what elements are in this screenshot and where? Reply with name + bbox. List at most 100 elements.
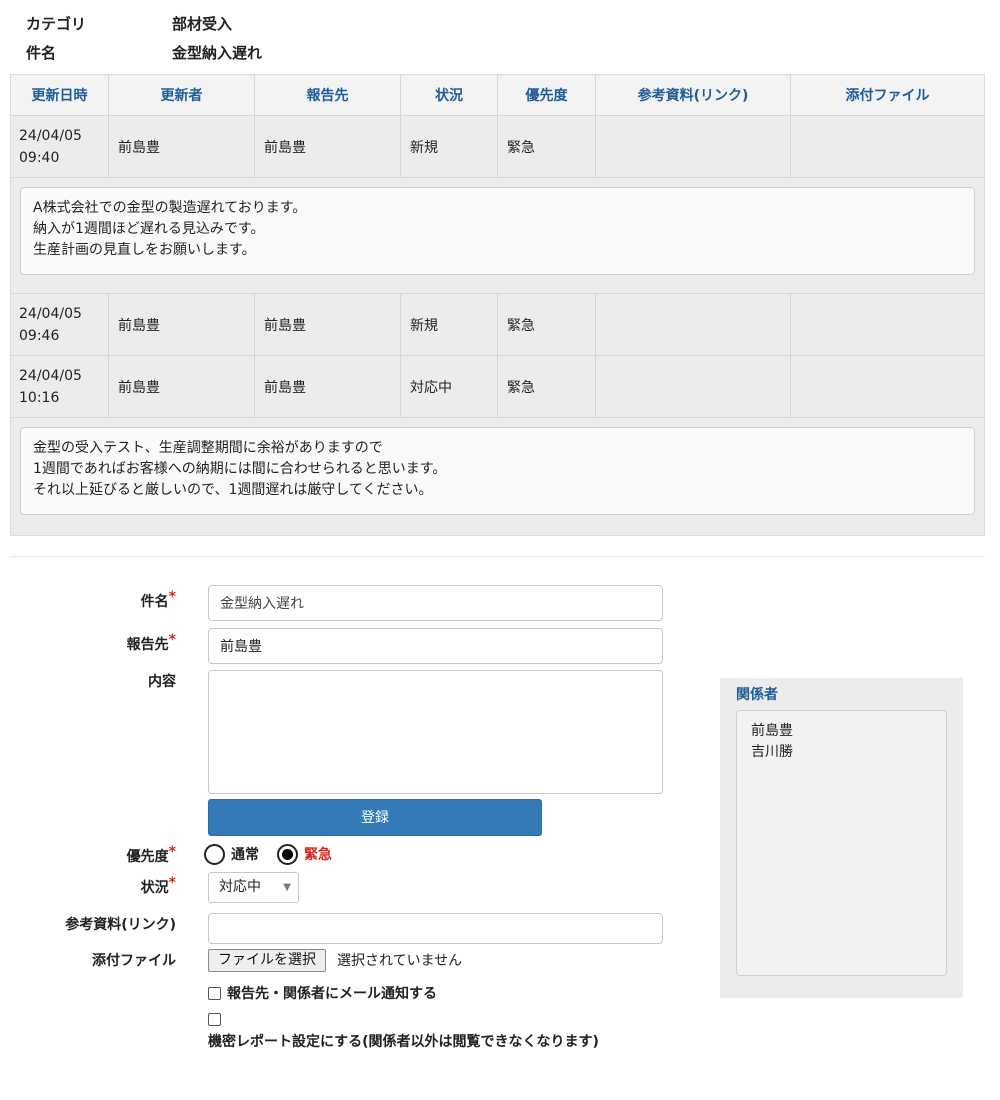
history-header-row: 更新日時 更新者 報告先 状況 優先度 参考資料(リンク) 添付ファイル <box>11 75 984 116</box>
row-attachment <box>791 116 984 177</box>
notify-checkbox[interactable] <box>208 986 221 1000</box>
row-priority: 緊急 <box>498 356 596 417</box>
row-report-to: 前島豊 <box>255 356 401 417</box>
category-value: 部材受入 <box>172 15 233 33</box>
row-attachment <box>791 356 984 417</box>
message-box: 金型の受入テスト、生産調整期間に余裕がありますので 1週間であればお客様への納期… <box>20 427 975 515</box>
row-status: 新規 <box>401 294 498 355</box>
required-mark: * <box>168 875 176 891</box>
chevron-down-icon: ▼ <box>283 882 291 893</box>
row-updater: 前島豊 <box>109 356 255 417</box>
row-priority: 緊急 <box>498 116 596 177</box>
row-updater: 前島豊 <box>109 116 255 177</box>
table-row: 24/04/05 09:40 前島豊 前島豊 新規 緊急 <box>11 116 984 178</box>
priority-urgent-radio[interactable] <box>277 843 298 865</box>
notify-label[interactable]: 報告先・関係者にメール通知する <box>227 983 437 1003</box>
priority-field-label-text: 優先度 <box>126 849 169 865</box>
row-link <box>596 356 791 417</box>
category-label: カテゴリ <box>26 15 87 33</box>
status-field-label-text: 状況 <box>140 880 169 896</box>
row-link <box>596 294 791 355</box>
message-line: それ以上延びると厳しいので、1週間遅れは厳守してください。 <box>33 482 433 498</box>
report-to-field-label-text: 報告先 <box>126 637 169 653</box>
row-priority: 緊急 <box>498 294 596 355</box>
message-line: 金型の受入テスト、生産調整期間に余裕がありますので <box>33 440 383 456</box>
status-select-value: 対応中 <box>219 879 261 895</box>
content-textarea[interactable] <box>208 670 663 794</box>
link-field-label-text: 参考資料(リンク) <box>65 917 176 933</box>
col-status[interactable]: 状況 <box>401 75 498 115</box>
row-status: 新規 <box>401 116 498 177</box>
choose-file-button[interactable]: ファイルを選択 <box>208 949 326 972</box>
section-divider <box>10 556 985 557</box>
message-row: A株式会社での金型の製造遅れております。 納入が1週間ほど遅れる見込みです。 生… <box>11 179 984 294</box>
table-row: 24/04/05 09:46 前島豊 前島豊 新規 緊急 <box>11 294 984 356</box>
confidential-checkbox[interactable] <box>208 1013 221 1026</box>
attachment-field-label: 添付ファイル <box>92 950 176 970</box>
row-status: 対応中 <box>401 356 498 417</box>
content-field-label: 内容 <box>148 671 176 691</box>
message-line: A株式会社での金型の製造遅れております。 <box>33 200 307 216</box>
related-people-panel: 関係者 前島豊 吉川勝 <box>720 678 963 998</box>
subject-field-label: 件名* <box>140 589 176 611</box>
col-report-to[interactable]: 報告先 <box>255 75 401 115</box>
list-item[interactable]: 前島豊 <box>751 721 932 742</box>
row-report-to: 前島豊 <box>255 294 401 355</box>
category-row: カテゴリ 部材受入 <box>26 13 232 34</box>
row-datetime: 24/04/05 09:40 <box>11 116 109 177</box>
reference-link-input[interactable] <box>208 913 663 944</box>
col-priority[interactable]: 優先度 <box>498 75 596 115</box>
related-people-list[interactable]: 前島豊 吉川勝 <box>736 710 947 976</box>
row-date: 24/04/05 <box>19 305 82 322</box>
priority-normal-label[interactable]: 通常 <box>231 844 259 864</box>
row-report-to: 前島豊 <box>255 116 401 177</box>
subject-row: 件名 金型納入遅れ <box>26 42 262 63</box>
col-attachment[interactable]: 添付ファイル <box>791 75 984 115</box>
attachment-field-label-text: 添付ファイル <box>92 953 176 969</box>
row-time: 10:16 <box>19 389 60 406</box>
row-time: 09:46 <box>19 327 60 344</box>
row-time: 09:40 <box>19 149 60 166</box>
subject-field-label-text: 件名 <box>140 594 169 610</box>
required-mark: * <box>168 632 176 648</box>
priority-normal-radio[interactable] <box>204 843 225 865</box>
confidential-label[interactable]: 機密レポート設定にする(関係者以外は閲覧できなくなります) <box>208 1032 608 1053</box>
submit-button[interactable]: 登録 <box>208 799 542 836</box>
confidential-row <box>208 1013 221 1026</box>
status-select[interactable]: 対応中 ▼ <box>208 872 299 903</box>
col-updated-at[interactable]: 更新日時 <box>11 75 109 115</box>
table-row: 24/04/05 10:16 前島豊 前島豊 対応中 緊急 <box>11 356 984 418</box>
col-updater[interactable]: 更新者 <box>109 75 255 115</box>
message-line: 生産計画の見直しをお願いします。 <box>33 242 256 258</box>
priority-field-label: 優先度* <box>126 844 176 866</box>
list-item[interactable]: 吉川勝 <box>751 742 932 763</box>
history-table: 更新日時 更新者 報告先 状況 優先度 参考資料(リンク) 添付ファイル 24/… <box>10 74 985 536</box>
priority-radio-group: 通常 緊急 <box>204 842 350 866</box>
row-date: 24/04/05 <box>19 367 82 384</box>
row-date: 24/04/05 <box>19 127 82 144</box>
report-to-input[interactable] <box>208 628 663 664</box>
subject-value: 金型納入遅れ <box>172 44 263 62</box>
related-people-title: 関係者 <box>736 687 778 703</box>
message-row: 金型の受入テスト、生産調整期間に余裕がありますので 1週間であればお客様への納期… <box>11 418 984 535</box>
col-reference-link[interactable]: 参考資料(リンク) <box>596 75 791 115</box>
message-box: A株式会社での金型の製造遅れております。 納入が1週間ほど遅れる見込みです。 生… <box>20 187 975 275</box>
subject-input[interactable] <box>208 585 663 621</box>
required-mark: * <box>168 844 176 860</box>
report-to-field-label: 報告先* <box>126 632 176 654</box>
file-status-text: 選択されていません <box>337 953 463 969</box>
row-updater: 前島豊 <box>109 294 255 355</box>
row-link <box>596 116 791 177</box>
row-datetime: 24/04/05 09:46 <box>11 294 109 355</box>
row-datetime: 24/04/05 10:16 <box>11 356 109 417</box>
required-mark: * <box>168 589 176 605</box>
notify-row: 報告先・関係者にメール通知する <box>208 983 437 1003</box>
priority-urgent-label[interactable]: 緊急 <box>304 844 332 864</box>
message-line: 納入が1週間ほど遅れる見込みです。 <box>33 221 265 237</box>
link-field-label: 参考資料(リンク) <box>65 914 176 934</box>
row-attachment <box>791 294 984 355</box>
status-field-label: 状況* <box>140 875 176 897</box>
message-line: 1週間であればお客様への納期には間に合わせられると思います。 <box>33 461 447 477</box>
subject-label: 件名 <box>26 44 57 62</box>
content-field-label-text: 内容 <box>148 674 176 690</box>
